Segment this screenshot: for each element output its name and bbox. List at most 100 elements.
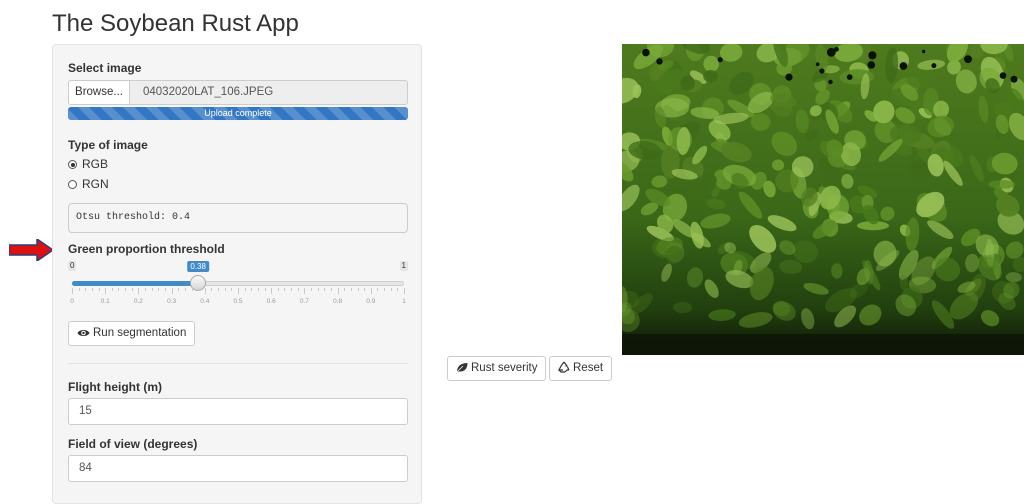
slider-tick <box>297 288 299 291</box>
right-arrow-icon <box>9 239 53 261</box>
slider-tick <box>231 288 233 291</box>
slider-tick-label: 0.2 <box>133 298 143 305</box>
rust-severity-button[interactable]: Rust severity <box>447 356 547 381</box>
slider-tick-label: 1 <box>402 298 406 305</box>
slider-tick <box>111 288 113 291</box>
radio-rgn-label: RGN <box>82 177 109 191</box>
leaf-icon <box>456 363 468 373</box>
radio-selected-icon[interactable] <box>68 160 77 169</box>
field-of-view-input[interactable]: 84 <box>68 455 408 482</box>
slider-tick <box>344 288 346 291</box>
recycle-icon <box>558 361 570 373</box>
eye-icon <box>77 330 90 336</box>
slider-tick <box>330 288 332 291</box>
slider-tick <box>370 288 372 294</box>
browse-button[interactable]: Browse... <box>68 80 130 105</box>
slider-tick <box>72 288 73 294</box>
slider-tick <box>304 288 306 294</box>
flight-height-input[interactable]: 15 <box>68 398 408 425</box>
slider-tick <box>131 288 133 291</box>
divider <box>68 363 408 364</box>
slider-tick <box>251 288 253 291</box>
file-input: Browse... 04032020LAT_106.JPEG <box>68 80 408 105</box>
soybean-field-image <box>622 44 1024 355</box>
slider-value-label: 0.38 <box>187 261 209 272</box>
reset-label: Reset <box>573 362 604 374</box>
slider-tick-label: 0.4 <box>200 298 210 305</box>
reset-button[interactable]: Reset <box>549 356 613 381</box>
slider-tick-label: 0.3 <box>167 298 177 305</box>
slider-tick <box>151 288 153 291</box>
slider-tick <box>224 288 226 291</box>
slider-tick-label: 0.1 <box>100 298 110 305</box>
slider-ticks: 0 0.1 0.2 0.3 0.4 0.5 0.6 0.7 0.8 0.9 1 <box>68 288 408 308</box>
radio-rgn[interactable]: RGN <box>68 177 109 191</box>
slider-tick <box>204 288 206 294</box>
field-of-view-label: Field of view (degrees) <box>68 437 198 451</box>
otsu-threshold-output: Otsu threshold: 0.4 <box>68 203 408 233</box>
slider-tick-label: 0.5 <box>233 298 243 305</box>
slider-tick <box>145 288 147 291</box>
slider-tick <box>171 288 173 294</box>
slider-min-label: 0 <box>68 261 77 271</box>
upload-progress-bar: Upload complete <box>68 107 408 120</box>
slider-tick <box>125 288 127 291</box>
slider-tick <box>384 288 386 291</box>
slider-tick <box>377 288 379 291</box>
rust-severity-label: Rust severity <box>471 362 538 374</box>
slider-tick <box>284 288 286 291</box>
slider-tick <box>390 288 392 291</box>
slider-tick <box>158 288 160 291</box>
run-segmentation-label: Run segmentation <box>93 327 187 339</box>
slider-tick-label: 0.7 <box>299 298 309 305</box>
slider-tick <box>311 288 313 291</box>
slider-tick-label: 0.8 <box>333 298 343 305</box>
slider-tick <box>291 288 293 291</box>
slider-tick <box>105 288 107 294</box>
slider-tick <box>178 288 180 291</box>
slider-tick <box>191 288 193 291</box>
slider-fill <box>72 281 199 286</box>
slider-tick <box>78 288 80 291</box>
sidebar-panel: Select image Browse... 04032020LAT_106.J… <box>52 44 422 504</box>
slider-tick <box>317 288 319 291</box>
slider-tick <box>238 288 239 294</box>
slider-tick <box>98 288 100 291</box>
run-segmentation-button[interactable]: Run segmentation <box>68 321 196 346</box>
flight-height-label: Flight height (m) <box>68 380 162 394</box>
slider-tick <box>218 288 220 291</box>
slider-tick <box>324 288 326 291</box>
slider-tick <box>244 288 246 291</box>
slider-tick <box>257 288 259 291</box>
slider-tick <box>271 288 273 294</box>
radio-unselected-icon[interactable] <box>68 180 77 189</box>
green-threshold-label: Green proportion threshold <box>68 242 225 256</box>
green-threshold-slider[interactable]: 0 1 0.38 0 0.1 0.2 0.3 0.4 0.5 0.6 0.7 0.8 0.9 1 <box>68 261 408 311</box>
filename-field[interactable]: 04032020LAT_106.JPEG <box>129 80 408 105</box>
slider-tick <box>138 288 140 294</box>
slider-tick <box>364 288 366 291</box>
slider-tick <box>118 288 120 291</box>
radio-rgb[interactable]: RGB <box>68 157 108 171</box>
slider-tick <box>198 288 200 291</box>
slider-tick <box>164 288 166 291</box>
slider-tick <box>211 288 213 291</box>
slider-tick-label: 0 <box>70 298 74 305</box>
image-type-label: Type of image <box>68 138 148 152</box>
upload-status: Upload complete <box>204 108 272 118</box>
slider-tick <box>357 288 359 291</box>
slider-tick <box>397 288 399 291</box>
slider-tick <box>404 288 405 294</box>
slider-tick <box>337 288 339 294</box>
slider-tick <box>277 288 279 291</box>
page-title: The Soybean Rust App <box>52 10 299 37</box>
slider-tick <box>264 288 266 291</box>
select-image-label: Select image <box>68 61 142 75</box>
slider-tick-label: 0.9 <box>366 298 376 305</box>
slider-tick <box>85 288 87 291</box>
slider-tick <box>91 288 93 291</box>
slider-tick <box>184 288 186 291</box>
slider-tick <box>350 288 352 291</box>
slider-tick-label: 0.6 <box>266 298 276 305</box>
slider-max-label: 1 <box>399 261 408 271</box>
